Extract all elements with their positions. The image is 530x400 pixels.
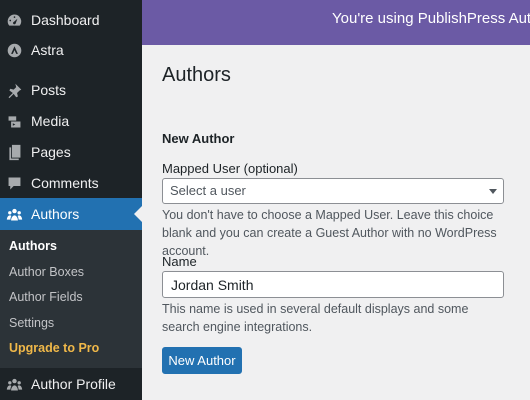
section-title: New Author [162, 131, 235, 146]
comment-icon [6, 175, 23, 192]
sidebar-item-label: Posts [31, 82, 67, 98]
media-icon [6, 113, 23, 130]
sidebar-item-label: Author Profile [31, 376, 116, 392]
sidebar-item-pages[interactable]: Pages [0, 136, 142, 168]
astra-icon [6, 42, 23, 59]
submenu-item-author-boxes[interactable]: Author Boxes [9, 265, 84, 279]
sidebar-item-label: Media [31, 113, 70, 129]
pin-icon [6, 82, 23, 99]
sidebar-item-label: Dashboard [31, 12, 100, 28]
name-label: Name [162, 254, 197, 269]
mapped-user-help: You don't have to choose a Mapped User. … [162, 208, 497, 258]
pages-icon [6, 144, 23, 161]
submenu-item-upgrade[interactable]: Upgrade to Pro [9, 341, 99, 355]
sidebar-item-author-profile[interactable]: Author Profile [0, 368, 142, 400]
sidebar-item-dashboard[interactable]: Dashboard [0, 4, 142, 36]
submenu-item-author-fields[interactable]: Author Fields [9, 290, 83, 304]
sidebar-item-label: Astra [31, 42, 64, 58]
groups-icon [6, 376, 23, 393]
sidebar-item-label: Authors [31, 206, 80, 222]
name-input[interactable] [162, 271, 504, 298]
submenu-item-authors[interactable]: Authors [9, 239, 57, 253]
page-title: Authors [162, 64, 231, 86]
admin-sidebar: Dashboard Astra Posts Media Pages Commen… [0, 0, 142, 400]
active-menu-arrow [134, 206, 142, 222]
sidebar-item-media[interactable]: Media [0, 105, 142, 137]
sidebar-item-comments[interactable]: Comments [0, 167, 142, 199]
dashboard-icon [6, 12, 23, 29]
authors-submenu: Authors Author Boxes Author Fields Setti… [0, 230, 142, 368]
mapped-user-select[interactable]: Select a user [162, 178, 504, 204]
chevron-down-icon [489, 189, 497, 194]
new-author-button[interactable]: New Author [162, 347, 242, 374]
sidebar-item-posts[interactable]: Posts [0, 74, 142, 106]
mapped-user-label: Mapped User (optional) [162, 161, 298, 176]
banner-text: You're using PublishPress Authors [332, 10, 530, 27]
sidebar-item-label: Pages [31, 144, 71, 160]
groups-icon [6, 206, 23, 223]
sidebar-item-label: Comments [31, 175, 99, 191]
name-help: This name is used in several default dis… [162, 302, 469, 334]
select-placeholder: Select a user [170, 183, 246, 198]
submenu-item-settings[interactable]: Settings [9, 316, 54, 330]
sidebar-item-astra[interactable]: Astra [0, 34, 142, 66]
promo-banner: You're using PublishPress Authors [142, 0, 530, 45]
sidebar-item-authors[interactable]: Authors [0, 198, 142, 230]
